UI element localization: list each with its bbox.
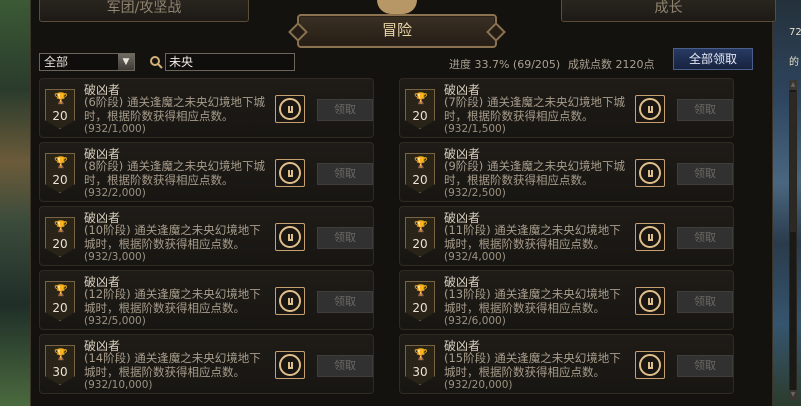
points-shield: 🏆 20: [405, 217, 435, 257]
achievement-badge-icon: [635, 95, 665, 123]
claim-button[interactable]: 领取: [317, 99, 373, 121]
achievement-count: (932/20,000): [444, 379, 513, 391]
search-input[interactable]: 未央: [165, 53, 295, 71]
achievement-desc: (7阶段) 通关逢魔之未央幻境地下城时，根据阶数获得相应点数。: [444, 95, 625, 123]
achievement-card: 🏆 20 破凶者 (13阶段) 通关逢魔之未央幻境地下城时，根据阶数获得相应点数。 (9…: [399, 270, 734, 330]
achievement-badge-icon: [275, 351, 305, 379]
trophy-icon: 🏆: [414, 156, 428, 169]
trophy-icon: 🏆: [414, 348, 428, 361]
points-shield: 🏆 30: [45, 345, 75, 385]
trophy-icon: 🏆: [414, 92, 428, 105]
achievement-badge-icon: [635, 351, 665, 379]
category-select[interactable]: 全部 ▼: [39, 53, 135, 71]
achievement-count: (932/2,500): [444, 187, 506, 199]
points-shield: 🏆 20: [405, 89, 435, 129]
achievement-card: 🏆 20 破凶者 (11阶段) 通关逢魔之未央幻境地下城时，根据阶数获得相应点数。 (9…: [399, 206, 734, 266]
trophy-icon: 🏆: [54, 348, 68, 361]
claim-button[interactable]: 领取: [677, 291, 733, 313]
trophy-icon: 🏆: [54, 220, 68, 233]
achievement-badge-icon: [275, 159, 305, 187]
points-shield: 🏆 20: [405, 153, 435, 193]
achievement-count: (932/6,000): [444, 315, 506, 327]
claim-button[interactable]: 领取: [317, 291, 373, 313]
achievement-panel: 军团/攻坚战 成长 冒险 全部 ▼ 未央 进度 33.7% (69/205) 成…: [30, 0, 797, 406]
achievement-points: 20: [412, 109, 428, 123]
achievement-card: 🏆 20 破凶者 (7阶段) 通关逢魔之未央幻境地下城时，根据阶数获得相应点数。 (93…: [399, 78, 734, 138]
achievement-badge-icon: [275, 287, 305, 315]
achievement-points: 30: [412, 365, 428, 379]
points-shield: 🏆 20: [45, 153, 75, 193]
category-select-value: 全部: [44, 55, 69, 69]
achievement-card: 🏆 30 破凶者 (15阶段) 通关逢魔之未央幻境地下城时，根据阶数获得相应点数。 (9…: [399, 334, 734, 394]
claim-button[interactable]: 领取: [317, 227, 373, 249]
claim-button[interactable]: 领取: [317, 163, 373, 185]
tab-growth[interactable]: 成长: [561, 0, 776, 22]
achievement-card: 🏆 30 破凶者 (14阶段) 通关逢魔之未央幻境地下城时，根据阶数获得相应点数。 (9…: [39, 334, 374, 394]
points-shield: 🏆 20: [45, 89, 75, 129]
achievement-desc: (8阶段) 通关逢魔之未央幻境地下城时，根据阶数获得相应点数。: [84, 159, 265, 187]
achievement-count: (932/2,000): [84, 187, 146, 199]
achievement-badge-icon: [275, 95, 305, 123]
achievement-points: 20: [412, 301, 428, 315]
achievement-desc: (14阶段) 通关逢魔之未央幻境地下城时，根据阶数获得相应点数。: [84, 351, 261, 379]
achievement-count: (932/3,000): [84, 251, 146, 263]
search-icon: [150, 56, 163, 69]
achievement-card: 🏆 20 破凶者 (12阶段) 通关逢魔之未央幻境地下城时，根据阶数获得相应点数。 (9…: [39, 270, 374, 330]
trophy-icon: 🏆: [414, 220, 428, 233]
achievement-card: 🏆 20 破凶者 (6阶段) 通关逢魔之未央幻境地下城时，根据阶数获得相应点数。 (93…: [39, 78, 374, 138]
achievement-desc: (13阶段) 通关逢魔之未央幻境地下城时，根据阶数获得相应点数。: [444, 287, 621, 315]
achievement-count: (932/10,000): [84, 379, 153, 391]
scroll-up-button[interactable]: ▲: [789, 80, 797, 90]
achievement-desc: (10阶段) 通关逢魔之未央幻境地下城时，根据阶数获得相应点数。: [84, 223, 261, 251]
achievement-badge-icon: [635, 287, 665, 315]
progress-text: 进度 33.7% (69/205): [449, 58, 561, 71]
claim-button[interactable]: 领取: [677, 355, 733, 377]
achievement-desc: (12阶段) 通关逢魔之未央幻境地下城时，根据阶数获得相应点数。: [84, 287, 261, 315]
achievement-desc: (15阶段) 通关逢魔之未央幻境地下城时，根据阶数获得相应点数。: [444, 351, 621, 379]
achievement-count: (932/5,000): [84, 315, 146, 327]
trophy-icon: 🏆: [54, 284, 68, 297]
scrollbar-thumb[interactable]: [790, 92, 796, 232]
achievement-points: 20: [52, 109, 68, 123]
claim-all-button[interactable]: 全部领取: [673, 48, 753, 70]
achievement-card: 🏆 20 破凶者 (9阶段) 通关逢魔之未央幻境地下城时，根据阶数获得相应点数。 (93…: [399, 142, 734, 202]
trophy-icon: 🏆: [414, 284, 428, 297]
claim-button[interactable]: 领取: [677, 163, 733, 185]
achievement-points: 20: [412, 237, 428, 251]
claim-button[interactable]: 领取: [317, 355, 373, 377]
achievement-badge-icon: [275, 223, 305, 251]
achievement-points: 20: [52, 237, 68, 251]
side-text: 72 的: [789, 27, 801, 68]
achievement-count: (932/1,500): [444, 123, 506, 135]
achievement-points: 20: [52, 173, 68, 187]
achievement-card: 🏆 20 破凶者 (10阶段) 通关逢魔之未央幻境地下城时，根据阶数获得相应点数。 (9…: [39, 206, 374, 266]
points-shield: 🏆 20: [45, 217, 75, 257]
tab-adventure[interactable]: 冒险: [297, 14, 497, 48]
trophy-icon: 🏆: [54, 156, 68, 169]
banner-emblem-icon: [377, 0, 417, 14]
claim-button[interactable]: 领取: [677, 227, 733, 249]
achievement-points: 20: [52, 301, 68, 315]
achievement-desc: (11阶段) 通关逢魔之未央幻境地下城时，根据阶数获得相应点数。: [444, 223, 621, 251]
achievement-count: (932/4,000): [444, 251, 506, 263]
tab-war[interactable]: 军团/攻坚战: [39, 0, 249, 22]
trophy-icon: 🏆: [54, 92, 68, 105]
points-text: 成就点数 2120点: [568, 58, 655, 71]
achievement-badge-icon: [635, 159, 665, 187]
points-shield: 🏆 20: [405, 281, 435, 321]
achievement-desc: (9阶段) 通关逢魔之未央幻境地下城时，根据阶数获得相应点数。: [444, 159, 625, 187]
achievement-points: 30: [52, 365, 68, 379]
chevron-down-icon[interactable]: ▼: [118, 54, 134, 70]
game-world-left-strip: [0, 0, 32, 406]
achievement-badge-icon: [635, 223, 665, 251]
points-shield: 🏆 20: [45, 281, 75, 321]
achievement-points: 20: [412, 173, 428, 187]
achievement-desc: (6阶段) 通关逢魔之未央幻境地下城时，根据阶数获得相应点数。: [84, 95, 265, 123]
scroll-down-button[interactable]: ▼: [789, 390, 797, 400]
claim-button[interactable]: 领取: [677, 99, 733, 121]
achievement-count: (932/1,000): [84, 123, 146, 135]
points-shield: 🏆 30: [405, 345, 435, 385]
achievement-card: 🏆 20 破凶者 (8阶段) 通关逢魔之未央幻境地下城时，根据阶数获得相应点数。 (93…: [39, 142, 374, 202]
